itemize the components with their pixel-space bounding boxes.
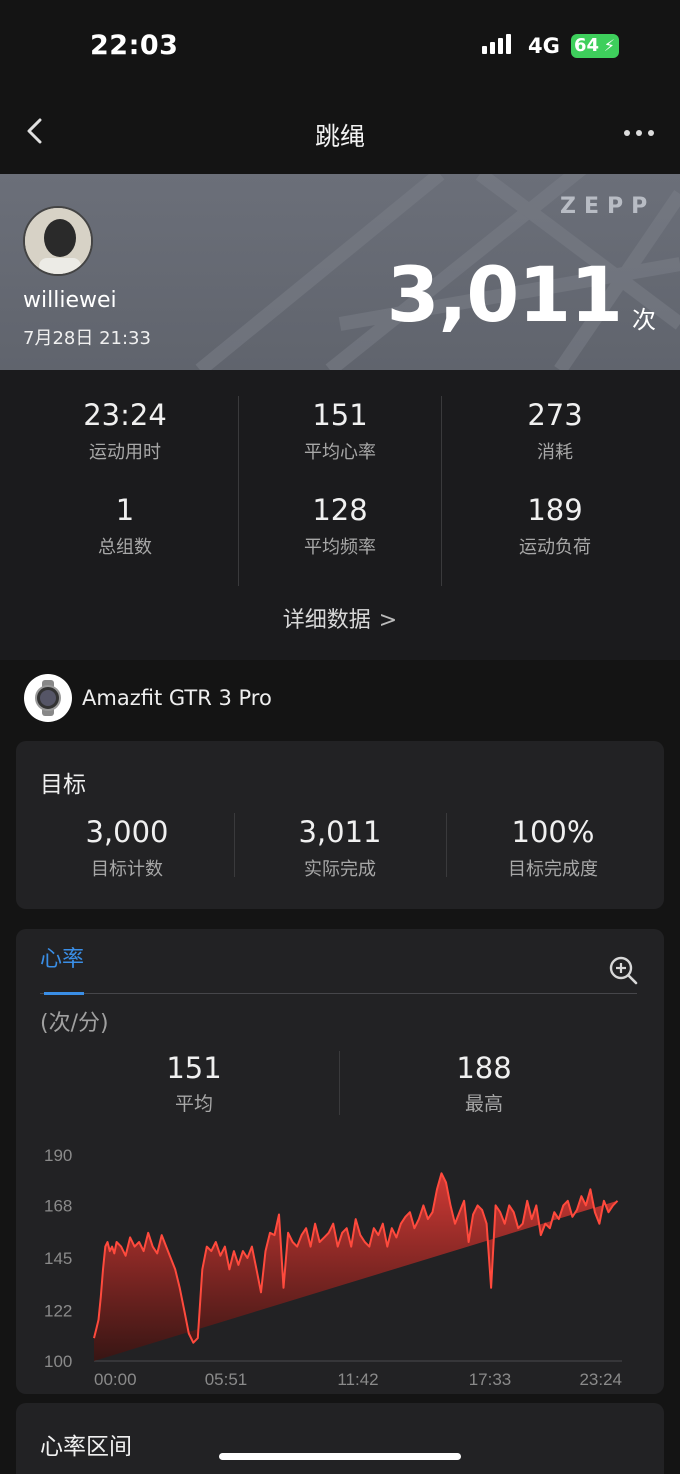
stat-label: 平均频率 [304, 537, 376, 558]
stat-training-load: 189 运动负荷 [455, 493, 655, 559]
stat-label: 消耗 [537, 442, 573, 463]
stat-value: 189 [527, 493, 583, 527]
divider [441, 396, 442, 586]
status-bar: 22:03 4G 64 ⚡ [0, 0, 680, 90]
brand-logo: ZEPP [560, 194, 656, 219]
divider [446, 813, 447, 877]
battery-level: 64 [574, 35, 600, 56]
home-indicator [219, 1453, 461, 1460]
stat-value: 23:24 [83, 398, 167, 432]
heart-rate-max: 188 最高 [404, 1051, 564, 1116]
tab-divider [40, 993, 637, 994]
stat-avg-heart-rate: 151 平均心率 [240, 398, 440, 464]
tab-indicator [44, 992, 84, 995]
divider [339, 1051, 340, 1115]
y-tick-label: 168 [44, 1196, 72, 1215]
tab-heart-rate[interactable]: 心率 [40, 941, 84, 973]
more-options-icon[interactable] [624, 130, 654, 136]
goal-actual: 3,011 实际完成 [235, 815, 445, 881]
heart-rate-zones-title: 心率区间 [40, 1434, 132, 1460]
divider [234, 813, 235, 877]
stat-duration: 23:24 运动用时 [25, 398, 225, 464]
heart-rate-area [94, 1173, 618, 1361]
goal-value: 100% [511, 815, 595, 849]
summary-hero: ZEPP williewei 7月28日 21:33 3,011 次 [0, 174, 680, 370]
stat-avg-frequency: 128 平均频率 [240, 493, 440, 559]
network-type: 4G [528, 34, 560, 58]
stat-label: 平均心率 [304, 442, 376, 463]
goal-target: 3,000 目标计数 [22, 815, 232, 881]
divider [238, 396, 239, 586]
detail-data-link[interactable]: 详细数据 > [0, 602, 680, 634]
x-tick-label: 23:24 [579, 1370, 622, 1389]
y-tick-label: 122 [44, 1302, 72, 1321]
stat-value: 1 [115, 493, 135, 527]
watch-icon [24, 674, 72, 722]
jump-count: 3,011 [386, 250, 623, 339]
stat-label: 总组数 [98, 537, 152, 558]
goal-title: 目标 [40, 772, 86, 798]
zoom-in-icon[interactable] [608, 955, 638, 985]
goal-value: 3,011 [298, 815, 382, 849]
status-time: 22:03 [90, 30, 179, 61]
heart-rate-zones-card: 心率区间 [16, 1403, 664, 1474]
goal-label: 实际完成 [304, 859, 376, 880]
stat-value: 151 [312, 398, 368, 432]
stat-label: 运动负荷 [519, 537, 591, 558]
goal-label: 目标计数 [91, 859, 163, 880]
chevron-right-icon: > [378, 608, 398, 633]
stat-calories: 273 消耗 [455, 398, 655, 464]
x-tick-label: 17:33 [469, 1370, 512, 1389]
heart-rate-card: 心率 (次/分) 151 平均 188 最高 190 168 145 122 100 00… [16, 929, 664, 1394]
username: williewei [23, 288, 117, 313]
goal-card: 目标 3,000 目标计数 3,011 实际完成 100% 目标完成度 [16, 741, 664, 909]
detail-data-label: 详细数据 [282, 608, 371, 633]
heart-rate-max-value: 188 [456, 1051, 512, 1085]
heart-rate-avg-label: 平均 [174, 1093, 213, 1115]
y-tick-label: 190 [44, 1146, 72, 1165]
goal-value: 3,000 [85, 815, 169, 849]
stat-sets: 1 总组数 [25, 493, 225, 559]
x-tick-label: 00:00 [94, 1370, 137, 1389]
charging-icon: ⚡ [603, 36, 615, 55]
heart-rate-unit: (次/分) [40, 1011, 109, 1036]
stat-value: 273 [527, 398, 583, 432]
avatar[interactable] [23, 206, 93, 276]
x-tick-label: 11:42 [337, 1370, 378, 1389]
heart-rate-chart: 190 168 145 122 100 00:00 05:51 11:42 17:33 23:24 [44, 1146, 622, 1389]
y-tick-label: 145 [44, 1249, 72, 1268]
device-row[interactable]: Amazfit GTR 3 Pro [0, 660, 680, 740]
device-name: Amazfit GTR 3 Pro [82, 686, 272, 710]
stat-label: 运动用时 [89, 442, 161, 463]
y-tick-label: 100 [44, 1352, 72, 1371]
jump-count-unit: 次 [632, 306, 656, 334]
heart-rate-avg-value: 151 [166, 1051, 222, 1085]
nav-bar: 跳绳 [0, 90, 680, 174]
x-tick-label: 05:51 [205, 1370, 248, 1389]
goal-completion: 100% 目标完成度 [448, 815, 658, 881]
heart-rate-avg: 151 平均 [114, 1051, 274, 1116]
battery-icon: 64 ⚡ [571, 34, 619, 58]
signal-icon [482, 34, 511, 54]
stat-value: 128 [312, 493, 368, 527]
workout-datetime: 7月28日 21:33 [23, 328, 151, 349]
goal-label: 目标完成度 [508, 859, 598, 880]
page-title: 跳绳 [314, 122, 365, 151]
heart-rate-max-label: 最高 [464, 1093, 503, 1115]
stats-grid: 23:24 运动用时 151 平均心率 273 消耗 1 总组数 128 平均频… [0, 370, 680, 660]
